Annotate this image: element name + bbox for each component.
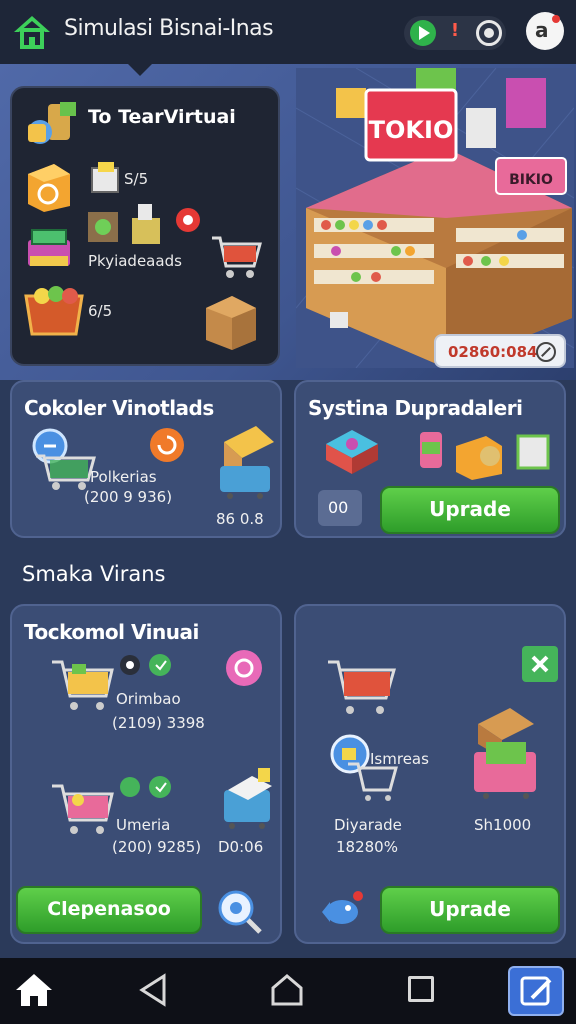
tocko-row2-count: D0:06	[218, 838, 264, 856]
tocko-card-title: Tockomol Vinuai	[24, 620, 199, 644]
notification-dot	[552, 15, 560, 23]
tocko-action-button[interactable]: Clepenasoo	[16, 886, 202, 934]
record-icon[interactable]	[476, 20, 502, 46]
section-label: Smaka Virans	[22, 562, 166, 586]
stock-1-value: S/5	[124, 170, 149, 188]
orange-box-icon	[28, 164, 70, 212]
tocko-card: Tockomol Vinuai Orimbao (2109) 3398 Umer…	[10, 604, 282, 944]
gift-crates-icon	[88, 204, 160, 244]
tocko-row2-value: (200) 9285)	[112, 838, 202, 856]
cokoler-value: (200 9 936)	[84, 488, 173, 506]
status-dots-icon	[120, 776, 171, 798]
produce-basket-icon	[24, 286, 84, 336]
shopping-cart-icon[interactable]	[324, 654, 400, 718]
product-items-icon	[420, 432, 550, 480]
cash-register-icon	[28, 229, 70, 266]
profile-button[interactable]: a	[526, 12, 564, 50]
play-icon[interactable]	[410, 20, 436, 46]
pink-coin-icon[interactable]	[224, 648, 264, 688]
bottom-nav-bar	[0, 958, 576, 1024]
red-badge-icon	[176, 208, 200, 232]
edit-button[interactable]	[508, 966, 564, 1016]
level-badge: 00	[318, 490, 362, 526]
supply-crate-icon	[474, 708, 536, 799]
cokoler-label: Polkerias	[90, 468, 157, 486]
stock-2-value: 6/5	[88, 302, 113, 320]
search-icon[interactable]	[216, 888, 262, 934]
ice-crate-icon	[224, 768, 272, 829]
tocko-row1-value: (2109) 3398	[112, 714, 205, 732]
shopping-cart-icon[interactable]	[48, 778, 116, 838]
upgrade-label: Diyarade	[334, 816, 402, 834]
pointer-notch	[126, 62, 154, 76]
systina-card: Systina Dupradaleri 00 Uprade	[294, 380, 566, 538]
cardboard-box-icon	[206, 296, 256, 350]
app-title: Simulasi Bisnai-Inas	[64, 16, 274, 41]
compass-icon[interactable]	[536, 342, 556, 362]
fish-icon[interactable]	[318, 888, 368, 932]
systina-upgrade-button[interactable]: Uprade	[380, 486, 560, 534]
coin-bag-icon	[28, 102, 76, 144]
cokoler-card: Cokoler Vinotlads Polkerias (200 9 936) …	[10, 380, 282, 538]
cokoler-count: 86 0.8	[216, 510, 264, 528]
refresh-icon[interactable]	[148, 426, 186, 464]
upgrade-cart-label: Ismreas	[370, 750, 429, 768]
close-icon	[531, 655, 549, 673]
level-badge-value: 00	[328, 498, 349, 517]
upgrade-button[interactable]: Uprade	[380, 886, 560, 934]
systina-card-title: Systina Dupradaleri	[308, 396, 523, 420]
cokoler-card-title: Cokoler Vinotlads	[24, 396, 214, 420]
top-bar: Simulasi Bisnai-Inas ! a	[0, 0, 576, 64]
price-value: 02860:084	[448, 343, 538, 361]
profile-icon: a	[535, 18, 549, 42]
inventory-panel: To TearVirtuai S/5 Pkyiadeaads 6/5	[10, 86, 280, 366]
register-box-icon	[326, 430, 378, 474]
stock-label: Pkyiadeaads	[88, 252, 182, 270]
status-dots-icon	[120, 654, 171, 676]
store-side-sign: BIKIO	[509, 172, 553, 188]
shopping-cart-icon[interactable]	[48, 654, 116, 714]
tocko-row2-label: Umeria	[116, 816, 171, 834]
home-logo-icon[interactable]	[12, 14, 52, 50]
price-chip[interactable]: 02860:084	[434, 334, 566, 368]
home-outline-icon[interactable]	[270, 972, 304, 1008]
small-crate-icon	[91, 162, 119, 193]
delivery-crate-icon	[220, 426, 274, 499]
upgrade-side-value: Sh1000	[474, 816, 532, 834]
home-icon[interactable]	[14, 970, 54, 1010]
control-pill: !	[404, 16, 506, 50]
tocko-row1-label: Orimbao	[116, 690, 181, 708]
store-sign: TOKIO	[369, 116, 454, 144]
inventory-title: To TearVirtuai	[88, 106, 236, 128]
store-illustration[interactable]: TOKIO BIKIO	[296, 68, 574, 368]
cart-icon[interactable]	[208, 230, 264, 282]
alert-icon[interactable]: !	[444, 20, 466, 46]
upgrade-card: Ismreas Diyarade 18280% Sh1000 Uprade	[294, 604, 566, 944]
upgrade-value: 18280%	[336, 838, 398, 856]
recent-apps-icon[interactable]	[408, 976, 434, 1002]
close-button[interactable]	[522, 646, 558, 682]
back-icon[interactable]	[138, 972, 168, 1008]
edit-icon	[520, 976, 552, 1006]
